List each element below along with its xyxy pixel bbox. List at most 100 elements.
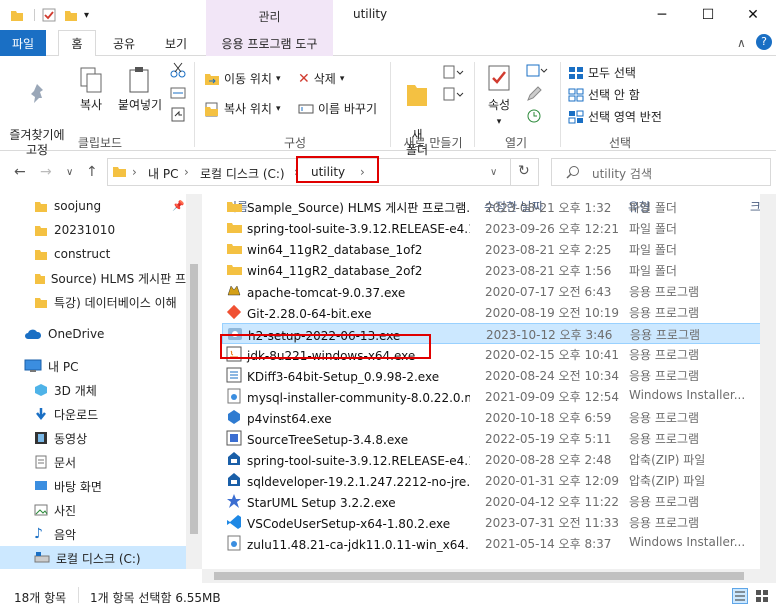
folder-icon — [11, 11, 23, 21]
nav-item-local-disk[interactable]: 로컬 디스크 (C:) — [0, 546, 186, 569]
file-row[interactable]: zulu11.48.21-ca-jdk11.0.11-win_x64.msi 20… — [222, 533, 762, 554]
nav-item-quick-source[interactable]: Source) HLMS 게시판 프 — [0, 266, 186, 290]
file-row[interactable]: apache-tomcat-9.0.37.exe 2020-07-17 오전 6:… — [222, 281, 762, 302]
copy-button[interactable]: 복사 — [74, 66, 108, 113]
file-name: sqldeveloper-19.2.1.247.2212-no-jre.zip — [247, 474, 470, 489]
up-arrow-icon[interactable]: ↑ — [86, 164, 98, 180]
rename-button[interactable]: 이름 바꾸기 — [298, 100, 377, 117]
nav-item-onedrive[interactable]: OneDrive — [0, 322, 186, 346]
copy-to-button[interactable]: 복사 위치 ▾ — [204, 100, 281, 117]
file-row[interactable]: spring-tool-suite-3.9.12.RELEASE-e4.15..… — [222, 449, 762, 470]
nav-item-3d-objects[interactable]: 3D 개체 — [0, 378, 186, 402]
file-row[interactable]: mysql-installer-community-8.0.22.0.msi 20… — [222, 386, 762, 407]
file-row[interactable]: Git-2.28.0-64-bit.exe 2020-08-19 오전 10:19… — [222, 302, 762, 323]
maximize-button[interactable]: ☐ — [685, 0, 731, 30]
edit-icon[interactable] — [526, 86, 542, 105]
paste-shortcut-icon[interactable] — [170, 106, 186, 125]
nav-item-desktop[interactable]: 바탕 화면 — [0, 474, 186, 498]
refresh-icon[interactable]: ↻ — [518, 163, 530, 179]
file-name-cell: Git-2.28.0-64-bit.exe — [226, 304, 470, 323]
nav-item-documents[interactable]: 문서 — [0, 450, 186, 474]
file-row[interactable]: win64_11gR2_database_1of2 2023-08-21 오후 2… — [222, 239, 762, 260]
file-row[interactable]: p4vinst64.exe 2020-10-18 오후 6:59 응용 프로그램 — [222, 407, 762, 428]
open-icon[interactable] — [526, 64, 548, 81]
paste-button[interactable]: 붙여넣기 — [114, 66, 166, 113]
nav-item-quick-20231010[interactable]: 20231010 — [0, 218, 186, 242]
file-type: 압축(ZIP) 파일 — [629, 474, 706, 488]
collapse-ribbon-button[interactable]: ∧ — [737, 36, 746, 50]
nav-item-quick-construct[interactable]: construct — [0, 242, 186, 266]
breadcrumb-thispc[interactable]: 내 PC — [148, 165, 178, 182]
details-view-icon[interactable] — [732, 588, 748, 604]
minimize-button[interactable]: ─ — [639, 0, 685, 30]
status-bar: 18개 항목 1개 항목 선택함 6.55MB — [0, 583, 776, 609]
cut-icon[interactable] — [170, 62, 186, 81]
invert-selection-button[interactable]: 선택 영역 반전 — [568, 108, 662, 125]
file-row[interactable]: KDiff3-64bit-Setup_0.9.98-2.exe 2020-08-2… — [222, 365, 762, 386]
picture-icon — [34, 504, 48, 516]
nav-item-downloads[interactable]: 다운로드 — [0, 402, 186, 426]
back-arrow-icon[interactable]: ← — [14, 164, 26, 180]
list-horizontal-scrollbar[interactable] — [202, 569, 776, 583]
chevron-right-icon: › — [132, 165, 137, 179]
new-folder-icon[interactable] — [64, 8, 78, 22]
file-row[interactable]: VSCodeUserSetup-x64-1.80.2.exe 2023-07-31… — [222, 512, 762, 533]
tab-view[interactable]: 보기 — [156, 30, 196, 56]
list-scrollbar-thumb[interactable] — [214, 572, 744, 580]
select-all-button[interactable]: 모두 선택 — [568, 64, 636, 81]
quick-access-toolbar: ▾ — [10, 7, 89, 23]
recent-dropdown-icon[interactable]: ∨ — [66, 167, 73, 178]
address-dropdown-icon[interactable]: ∨ — [490, 167, 497, 178]
nav-item-thispc[interactable]: 내 PC — [0, 354, 186, 378]
title-bar: ▾ 관리 utility ─ ☐ ✕ — [0, 0, 776, 56]
file-name-cell: win64_11gR2_database_2of2 — [226, 262, 470, 279]
list-vertical-scrollbar[interactable] — [760, 194, 776, 569]
tab-share[interactable]: 공유 — [104, 30, 144, 56]
breadcrumb-local-disk[interactable]: 로컬 디스크 (C:) — [200, 165, 285, 182]
nav-item-quick-soojung[interactable]: soojung 📌 — [0, 194, 186, 218]
tab-home[interactable]: 홈 — [58, 30, 96, 57]
file-row[interactable]: sqldeveloper-19.2.1.247.2212-no-jre.zip 2… — [222, 470, 762, 491]
separator — [78, 587, 79, 603]
properties-button[interactable]: 속성 ▾ — [480, 64, 518, 130]
nav-item-music[interactable]: ♪ 음악 — [0, 522, 186, 546]
customize-qa-dropdown-icon[interactable]: ▾ — [84, 10, 89, 21]
large-icons-view-icon[interactable] — [754, 588, 770, 604]
nav-item-label: 동영상 — [54, 431, 88, 446]
copy-path-icon[interactable] — [170, 86, 186, 103]
delete-label: 삭제 — [313, 72, 336, 86]
history-icon[interactable] — [526, 108, 542, 127]
new-item-icon[interactable] — [442, 64, 464, 83]
search-input[interactable] — [551, 158, 771, 186]
move-to-button[interactable]: 이동 위치 ▾ — [204, 70, 281, 87]
file-row[interactable]: SourceTreeSetup-3.4.8.exe 2022-05-19 오후 5… — [222, 428, 762, 449]
zip-icon — [226, 451, 242, 470]
nav-item-quick-database[interactable]: 특강) 데이터베이스 이해 — [0, 290, 186, 314]
nav-item-pictures[interactable]: 사진 — [0, 498, 186, 522]
forward-arrow-icon[interactable]: → — [40, 164, 52, 180]
nav-scrollbar[interactable] — [186, 194, 202, 569]
git-icon — [226, 304, 242, 323]
file-name-cell: spring-tool-suite-3.9.12.RELEASE-e4.15..… — [226, 451, 470, 470]
tab-file[interactable]: 파일 — [0, 30, 46, 56]
file-row[interactable]: Sample_Source) HLMS 게시판 프로그램... 2023-08-2… — [222, 197, 762, 218]
file-type: 응용 프로그램 — [629, 285, 700, 299]
properties-check-icon[interactable] — [42, 8, 56, 22]
file-row[interactable]: StarUML Setup 3.2.2.exe 2020-04-12 오후 11:… — [222, 491, 762, 512]
close-button[interactable]: ✕ — [730, 0, 776, 30]
file-row[interactable]: win64_11gR2_database_2of2 2023-08-21 오후 1… — [222, 260, 762, 281]
nav-scrollbar-thumb[interactable] — [190, 264, 198, 534]
file-date: 2023-08-21 오후 1:32 — [485, 201, 612, 215]
nav-item-videos[interactable]: 동영상 — [0, 426, 186, 450]
file-row[interactable]: spring-tool-suite-3.9.12.RELEASE-e4.15..… — [222, 218, 762, 239]
help-button[interactable]: ? — [756, 34, 772, 50]
file-name-cell: KDiff3-64bit-Setup_0.9.98-2.exe — [226, 367, 470, 386]
easy-access-icon[interactable] — [442, 86, 464, 105]
tab-app-tools[interactable]: 응용 프로그램 도구 — [206, 30, 333, 56]
file-date: 2020-08-28 오후 2:48 — [485, 453, 612, 467]
paste-icon — [129, 67, 149, 93]
select-none-button[interactable]: 선택 안 함 — [568, 86, 640, 103]
selection-info: 1개 항목 선택함 6.55MB — [90, 591, 221, 605]
delete-button[interactable]: ✕ 삭제 ▾ — [298, 70, 344, 87]
search-icon — [566, 166, 579, 179]
